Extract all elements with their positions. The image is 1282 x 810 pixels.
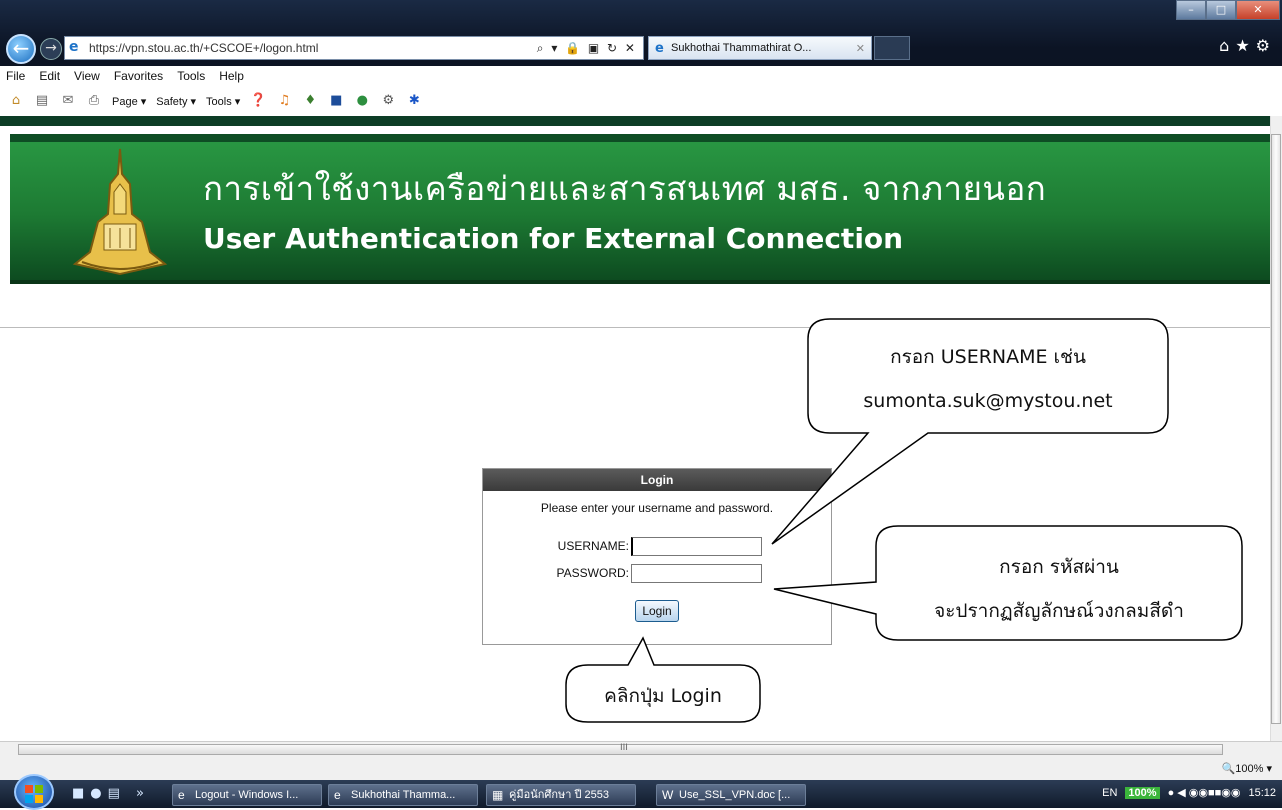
- vertical-scroll-thumb[interactable]: [1271, 134, 1281, 724]
- language-indicator[interactable]: EN: [1102, 787, 1117, 799]
- print-icon[interactable]: ⎙: [86, 93, 102, 109]
- taskbar-item-label: คู่มือนักศึกษา ปี 2553: [509, 789, 610, 801]
- ie-tab-icon: e: [655, 40, 664, 56]
- new-tab-button[interactable]: [874, 36, 910, 60]
- document-icon: ▦: [492, 788, 504, 802]
- taskbar-item-handbook[interactable]: ▦ คู่มือนักศึกษา ปี 2553: [486, 784, 636, 806]
- menu-file[interactable]: File: [6, 69, 25, 83]
- callout-shapes: [565, 318, 1243, 723]
- battery-indicator[interactable]: 100%: [1125, 786, 1160, 799]
- address-tools-icons[interactable]: ⌕ ▾ 🔒 ▣ ↻ ✕: [537, 41, 637, 56]
- safety-menu[interactable]: Safety ▾: [156, 95, 196, 108]
- home-icon[interactable]: ⌂: [8, 93, 24, 109]
- tab-stou[interactable]: e Sukhothai Thammathirat O... ✕: [648, 36, 872, 60]
- menu-bar: File Edit View Favorites Tools Help: [0, 66, 1282, 86]
- start-button[interactable]: [14, 774, 54, 810]
- quick-launch-icons[interactable]: ■●▤ »: [72, 786, 150, 801]
- password-callout-line2: จะปรากฏสัญลักษณ์วงกลมสีดำ: [934, 600, 1184, 622]
- home-favorites-tools-icons[interactable]: ⌂★⚙: [1219, 36, 1276, 55]
- menu-favorites[interactable]: Favorites: [114, 69, 163, 83]
- addon-icon-3[interactable]: ■: [328, 93, 344, 109]
- addon-icon[interactable]: ♫: [276, 93, 292, 109]
- ie-icon: e: [178, 788, 185, 802]
- back-button[interactable]: ←: [6, 34, 36, 64]
- addon-icon-4[interactable]: ●: [354, 93, 370, 109]
- help-icon[interactable]: ❓: [250, 93, 266, 109]
- command-bar: ⌂ ▤ ✉ ⎙ Page ▾ Safety ▾ Tools ▾ ❓ ♫ ♦ ■ …: [0, 86, 1282, 116]
- tab-close-icon[interactable]: ✕: [856, 42, 865, 55]
- ie-icon: e: [334, 788, 341, 802]
- login-callout-text: คลิกปุ่ม Login: [604, 685, 722, 707]
- taskbar-item-sukhothai[interactable]: e Sukhothai Thamma...: [328, 784, 478, 806]
- system-tray: EN 100% ● ◀ ◉◉■■◉◉ 15:12: [1102, 786, 1276, 799]
- page-menu[interactable]: Page ▾: [112, 95, 146, 108]
- bluetooth-icon[interactable]: ✱: [406, 93, 422, 109]
- forward-arrow-icon: →: [45, 40, 57, 56]
- taskbar-item-word-doc[interactable]: W Use_SSL_VPN.doc [...: [656, 784, 806, 806]
- menu-edit[interactable]: Edit: [39, 69, 60, 83]
- clock[interactable]: 15:12: [1248, 787, 1276, 799]
- maximize-button[interactable]: □: [1206, 0, 1236, 20]
- tray-icons[interactable]: ● ◀ ◉◉■■◉◉: [1168, 786, 1241, 799]
- tools-menu[interactable]: Tools ▾: [206, 95, 240, 108]
- mail-icon[interactable]: ✉: [60, 93, 76, 109]
- addon-icon-2[interactable]: ♦: [302, 93, 318, 109]
- address-bar[interactable]: e https://vpn.stou.ac.th/+CSCOE+/logon.h…: [64, 36, 644, 60]
- zoom-control[interactable]: 🔍100% ▾: [1222, 762, 1272, 775]
- minimize-button[interactable]: –: [1176, 0, 1206, 20]
- username-callout-line2: sumonta.suk@mystou.net: [863, 390, 1113, 412]
- username-callout-line1: กรอก USERNAME เช่น: [890, 346, 1086, 368]
- scroll-grip: III: [620, 743, 628, 753]
- taskbar-item-label: Sukhothai Thamma...: [351, 789, 456, 801]
- windows-logo-icon: [25, 785, 43, 803]
- menu-tools[interactable]: Tools: [177, 69, 205, 83]
- taskbar-item-logout[interactable]: e Logout - Windows I...: [172, 784, 322, 806]
- word-icon: W: [662, 788, 674, 802]
- taskbar-item-label: Logout - Windows I...: [195, 789, 299, 801]
- taskbar: ■●▤ » e Logout - Windows I... e Sukhothai …: [0, 774, 1282, 810]
- url-text[interactable]: https://vpn.stou.ac.th/+CSCOE+/logon.htm…: [89, 41, 537, 55]
- tab-label: Sukhothai Thammathirat O...: [671, 42, 812, 54]
- menu-help[interactable]: Help: [219, 69, 244, 83]
- ie-icon: e: [69, 39, 79, 55]
- addon-icon-5[interactable]: ⚙: [380, 93, 396, 109]
- taskbar-item-label: Use_SSL_VPN.doc [...: [679, 789, 791, 801]
- page-viewport: การเข้าใช้งานเครือข่ายและสารสนเทศ มสธ. จ…: [0, 116, 1270, 741]
- password-callout-line1: กรอก รหัสผ่าน: [999, 556, 1119, 578]
- back-arrow-icon: ←: [12, 36, 30, 60]
- status-bar: 🔍100% ▾: [0, 758, 1282, 780]
- window-controls: – □ ✕: [1176, 0, 1280, 20]
- forward-button[interactable]: →: [40, 38, 62, 60]
- close-window-button[interactable]: ✕: [1236, 0, 1280, 20]
- menu-view[interactable]: View: [74, 69, 100, 83]
- feeds-icon[interactable]: ▤: [34, 93, 50, 109]
